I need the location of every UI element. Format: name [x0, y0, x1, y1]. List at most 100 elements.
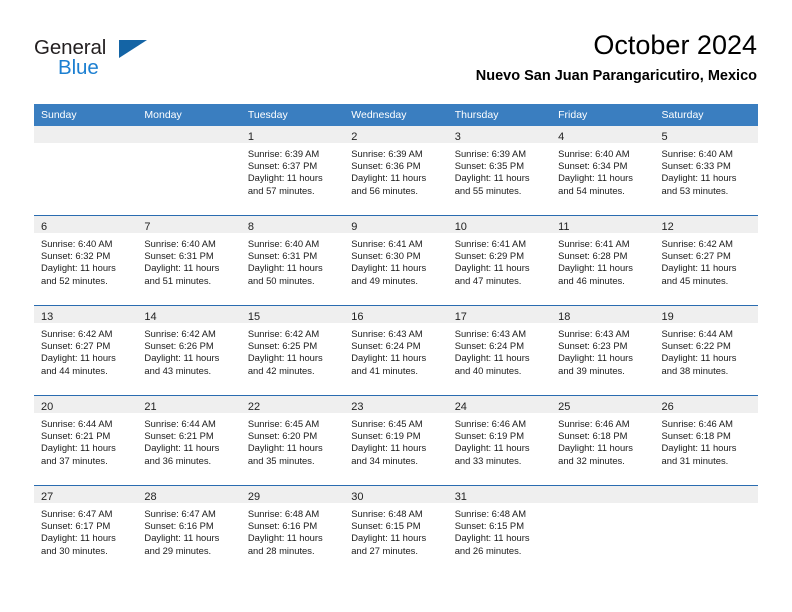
calendar-day-cell[interactable]: 8 Sunrise: 6:40 AM Sunset: 6:31 PM Daylight… [240, 215, 345, 306]
calendar-day-cell[interactable]: 3 Sunrise: 6:39 AM Sunset: 6:35 PM Daylight… [447, 126, 552, 216]
calendar-day-cell[interactable]: 1 Sunrise: 6:39 AM Sunset: 6:37 PM Daylight… [240, 126, 345, 216]
daylight-duration-line1: Daylight: 11 hours [351, 532, 427, 544]
calendar-day-cell[interactable]: 18 Sunrise: 6:43 AM Sunset: 6:23 PM Dayligh… [551, 305, 655, 396]
daylight-duration-line1: Daylight: 11 hours [351, 262, 427, 274]
calendar-day-cell[interactable]: 13 Sunrise: 6:42 AM Sunset: 6:27 PM Dayligh… [34, 305, 138, 396]
day-details: Sunrise: 6:39 AM Sunset: 6:36 PM Daylight:… [344, 143, 447, 197]
day-number-band: 30 [344, 486, 448, 503]
day-number-band: 16 [344, 306, 448, 323]
day-number: 5 [661, 131, 668, 143]
sunrise-time: Sunrise: 6:42 AM [144, 328, 216, 339]
day-number-band [34, 126, 138, 143]
daylight-duration-line2: and 55 minutes. [454, 184, 522, 196]
calendar-day-cell[interactable]: 20 Sunrise: 6:44 AM Sunset: 6:21 PM Dayligh… [34, 395, 138, 486]
daylight-duration-line1: Daylight: 11 hours [558, 352, 633, 364]
day-cell-inner: 26 Sunrise: 6:46 AM Sunset: 6:18 PM Dayligh… [654, 396, 758, 485]
sunrise-time: Sunrise: 6:48 AM [454, 508, 527, 519]
calendar-week-row: 1 Sunrise: 6:39 AM Sunset: 6:37 PM Daylight… [34, 126, 758, 216]
day-cell-inner: 24 Sunrise: 6:46 AM Sunset: 6:19 PM Dayligh… [447, 396, 552, 485]
day-number: 9 [351, 221, 358, 233]
sunrise-time: Sunrise: 6:42 AM [41, 328, 113, 339]
sunrise-time: Sunrise: 6:40 AM [247, 238, 320, 249]
calendar-week-row: 27 Sunrise: 6:47 AM Sunset: 6:17 PM Dayligh… [34, 485, 758, 575]
calendar-day-cell[interactable]: 27 Sunrise: 6:47 AM Sunset: 6:17 PM Dayligh… [34, 485, 138, 575]
calendar-day-cell[interactable]: 11 Sunrise: 6:41 AM Sunset: 6:28 PM Dayligh… [551, 215, 655, 306]
calendar-day-cell[interactable]: 29 Sunrise: 6:48 AM Sunset: 6:16 PM Dayligh… [240, 485, 345, 575]
day-cell-inner [34, 126, 138, 215]
calendar-day-cell[interactable]: 25 Sunrise: 6:46 AM Sunset: 6:18 PM Dayligh… [551, 395, 655, 486]
day-number-band: 29 [240, 486, 345, 503]
calendar-day-cell[interactable]: 4 Sunrise: 6:40 AM Sunset: 6:34 PM Daylight… [551, 126, 655, 216]
calendar-day-cell[interactable]: 16 Sunrise: 6:43 AM Sunset: 6:24 PM Dayligh… [344, 305, 448, 396]
sunset-time: Sunset: 6:21 PM [41, 430, 111, 442]
day-details: Sunrise: 6:45 AM Sunset: 6:20 PM Daylight:… [241, 413, 344, 467]
day-cell-inner: 21 Sunrise: 6:44 AM Sunset: 6:21 PM Dayligh… [137, 396, 241, 485]
day-details: Sunrise: 6:42 AM Sunset: 6:25 PM Daylight:… [241, 323, 344, 377]
daylight-duration-line2: and 57 minutes. [247, 184, 315, 196]
day-cell-inner: 13 Sunrise: 6:42 AM Sunset: 6:27 PM Dayligh… [34, 306, 138, 395]
calendar-day-cell[interactable]: 21 Sunrise: 6:44 AM Sunset: 6:21 PM Dayligh… [137, 395, 241, 486]
calendar-day-cell[interactable]: 31 Sunrise: 6:48 AM Sunset: 6:15 PM Dayligh… [447, 485, 552, 575]
calendar-body: 1 Sunrise: 6:39 AM Sunset: 6:37 PM Daylight… [34, 126, 758, 575]
calendar-day-cell[interactable]: 12 Sunrise: 6:42 AM Sunset: 6:27 PM Dayligh… [654, 215, 758, 306]
sunrise-time: Sunrise: 6:41 AM [558, 238, 630, 249]
day-details: Sunrise: 6:48 AM Sunset: 6:15 PM Daylight:… [448, 503, 551, 557]
sunrise-time: Sunrise: 6:42 AM [247, 328, 320, 339]
sunset-time: Sunset: 6:20 PM [247, 430, 318, 442]
daylight-duration-line2: and 53 minutes. [661, 184, 729, 196]
daylight-duration-line1: Daylight: 11 hours [247, 262, 323, 274]
calendar-day-cell[interactable]: 24 Sunrise: 6:46 AM Sunset: 6:19 PM Dayligh… [447, 395, 552, 486]
day-cell-inner: 18 Sunrise: 6:43 AM Sunset: 6:23 PM Dayligh… [551, 306, 655, 395]
weekday-header-tuesday: Tuesday [240, 104, 345, 126]
day-number-band: 17 [447, 306, 552, 323]
day-cell-inner: 11 Sunrise: 6:41 AM Sunset: 6:28 PM Dayligh… [551, 216, 655, 305]
calendar-day-cell[interactable]: 30 Sunrise: 6:48 AM Sunset: 6:15 PM Dayligh… [344, 485, 448, 575]
daylight-duration-line2: and 42 minutes. [247, 364, 315, 376]
calendar-week-row: 20 Sunrise: 6:44 AM Sunset: 6:21 PM Dayligh… [34, 395, 758, 486]
calendar-day-cell[interactable]: 23 Sunrise: 6:45 AM Sunset: 6:19 PM Dayligh… [344, 395, 448, 486]
sunrise-time: Sunrise: 6:41 AM [454, 238, 527, 249]
sunset-time: Sunset: 6:18 PM [558, 430, 628, 442]
calendar-grid: Sunday Monday Tuesday Wednesday Thursday… [34, 104, 758, 575]
day-number-band: 31 [447, 486, 552, 503]
calendar-day-cell[interactable]: 22 Sunrise: 6:45 AM Sunset: 6:20 PM Dayligh… [240, 395, 345, 486]
sunrise-time: Sunrise: 6:47 AM [144, 508, 216, 519]
day-details: Sunrise: 6:39 AM Sunset: 6:37 PM Daylight:… [241, 143, 344, 197]
day-cell-inner: 19 Sunrise: 6:44 AM Sunset: 6:22 PM Dayligh… [654, 306, 758, 395]
sunset-time: Sunset: 6:27 PM [41, 340, 111, 352]
day-number: 28 [144, 491, 157, 503]
day-number: 16 [351, 311, 364, 323]
day-cell-inner: 7 Sunrise: 6:40 AM Sunset: 6:31 PM Daylight… [137, 216, 241, 305]
calendar-day-cell[interactable]: 17 Sunrise: 6:43 AM Sunset: 6:24 PM Dayligh… [447, 305, 552, 396]
day-number-band: 7 [137, 216, 241, 233]
day-number: 24 [454, 401, 467, 413]
day-cell-inner: 29 Sunrise: 6:48 AM Sunset: 6:16 PM Dayligh… [240, 486, 345, 575]
daylight-duration-line1: Daylight: 11 hours [454, 262, 530, 274]
sunset-time: Sunset: 6:31 PM [144, 250, 214, 262]
weekday-header-saturday: Saturday [654, 104, 758, 126]
calendar-day-cell[interactable]: 19 Sunrise: 6:44 AM Sunset: 6:22 PM Dayligh… [654, 305, 758, 396]
daylight-duration-line2: and 30 minutes. [41, 544, 108, 556]
calendar-day-cell[interactable]: 26 Sunrise: 6:46 AM Sunset: 6:18 PM Dayligh… [654, 395, 758, 486]
daylight-duration-line1: Daylight: 11 hours [41, 532, 116, 544]
daylight-duration-line1: Daylight: 11 hours [558, 442, 633, 454]
sunrise-time: Sunrise: 6:45 AM [247, 418, 320, 429]
calendar-day-cell[interactable]: 2 Sunrise: 6:39 AM Sunset: 6:36 PM Daylight… [344, 126, 448, 216]
day-number: 13 [41, 311, 54, 323]
calendar-day-cell[interactable]: 9 Sunrise: 6:41 AM Sunset: 6:30 PM Daylight… [344, 215, 448, 306]
day-number: 23 [351, 401, 364, 413]
calendar-day-cell[interactable]: 6 Sunrise: 6:40 AM Sunset: 6:32 PM Daylight… [34, 215, 138, 306]
calendar-day-cell[interactable]: 15 Sunrise: 6:42 AM Sunset: 6:25 PM Dayligh… [240, 305, 345, 396]
calendar-week-row: 6 Sunrise: 6:40 AM Sunset: 6:32 PM Daylight… [34, 215, 758, 306]
day-cell-inner: 17 Sunrise: 6:43 AM Sunset: 6:24 PM Dayligh… [447, 306, 552, 395]
calendar-day-cell[interactable]: 7 Sunrise: 6:40 AM Sunset: 6:31 PM Daylight… [137, 215, 241, 306]
sunset-time: Sunset: 6:16 PM [144, 520, 214, 532]
sunset-time: Sunset: 6:21 PM [144, 430, 214, 442]
general-blue-logo: General Blue [34, 36, 234, 82]
day-cell-inner: 28 Sunrise: 6:47 AM Sunset: 6:16 PM Dayligh… [137, 486, 241, 575]
calendar-day-cell[interactable]: 14 Sunrise: 6:42 AM Sunset: 6:26 PM Dayligh… [137, 305, 241, 396]
calendar-day-cell[interactable]: 5 Sunrise: 6:40 AM Sunset: 6:33 PM Daylight… [654, 126, 758, 216]
day-details: Sunrise: 6:43 AM Sunset: 6:24 PM Daylight:… [448, 323, 551, 377]
calendar-day-cell[interactable]: 28 Sunrise: 6:47 AM Sunset: 6:16 PM Dayligh… [137, 485, 241, 575]
calendar-day-cell[interactable]: 10 Sunrise: 6:41 AM Sunset: 6:29 PM Dayligh… [447, 215, 552, 306]
